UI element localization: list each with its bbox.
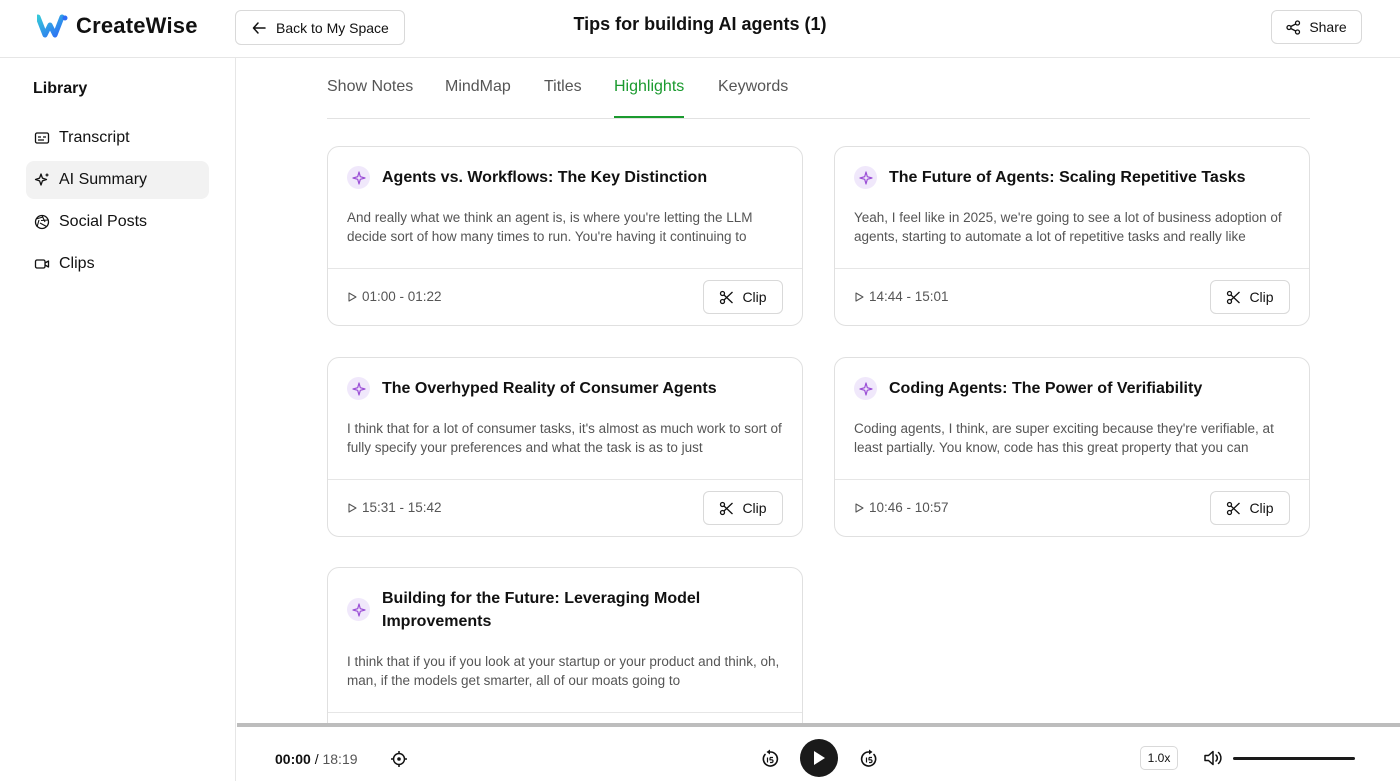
highlight-excerpt: And really what we think an agent is, is…: [347, 210, 753, 244]
volume-button[interactable]: [1203, 749, 1223, 767]
sidebar-item-clips[interactable]: Clips: [26, 245, 209, 283]
audio-player: 00:00 / 18:19 1.0x: [237, 723, 1400, 781]
transcript-icon: [34, 132, 50, 144]
tab-keywords[interactable]: Keywords: [718, 78, 788, 116]
play-small-icon: [348, 502, 357, 513]
playback-speed-button[interactable]: 1.0x: [1140, 746, 1178, 770]
rewind-icon: [762, 749, 779, 767]
sidebar-item-label: AI Summary: [59, 171, 148, 188]
sparkle-icon: [347, 166, 370, 189]
locate-button[interactable]: [390, 750, 408, 768]
clip-button[interactable]: Clip: [1210, 491, 1290, 525]
timestamp-text: 01:00 - 01:22: [362, 289, 442, 304]
sidebar-heading: Library: [33, 80, 88, 97]
share-button[interactable]: Share: [1271, 10, 1362, 44]
highlight-card: The Overhyped Reality of Consumer Agents…: [327, 357, 803, 537]
timestamp-text: 14:44 - 15:01: [869, 289, 949, 304]
page-title: Tips for building AI agents (1): [573, 14, 827, 34]
sparkle-icon: [347, 598, 370, 621]
crosshair-icon: [391, 751, 407, 767]
arrow-left-icon: [252, 21, 266, 34]
brand-logo[interactable]: CreateWise: [37, 13, 198, 39]
total-duration: 18:19: [322, 751, 358, 767]
play-small-icon: [855, 502, 864, 513]
back-to-my-space-button[interactable]: Back to My Space: [235, 10, 405, 45]
highlight-title: Building for the Future: Leveraging Mode…: [382, 590, 701, 630]
sidebar-item-label: Clips: [59, 255, 95, 272]
timestamp-text: 15:31 - 15:42: [362, 500, 442, 515]
current-time: 00:00: [275, 751, 311, 767]
createwise-logo-icon: [37, 14, 68, 38]
content-tabs: Show Notes MindMap Titles Highlights Key…: [327, 58, 1310, 119]
highlight-title: Coding Agents: The Power of Verifiabilit…: [889, 380, 1203, 397]
scissors-icon: [720, 501, 734, 515]
play-small-icon: [348, 291, 357, 302]
brand-name: CreateWise: [76, 13, 198, 38]
highlight-card: Coding Agents: The Power of Verifiabilit…: [834, 357, 1310, 537]
sparkle-icon: [854, 377, 877, 400]
sidebar-item-social-posts[interactable]: Social Posts: [26, 203, 209, 241]
sparkles-icon: [34, 173, 49, 186]
highlight-excerpt: Yeah, I feel like in 2025, we're going t…: [854, 210, 1282, 244]
highlight-title: The Future of Agents: Scaling Repetitive…: [889, 169, 1246, 186]
highlight-card: Agents vs. Workflows: The Key Distinctio…: [327, 146, 803, 326]
volume-slider[interactable]: [1233, 757, 1355, 760]
scissors-icon: [1227, 501, 1241, 515]
play-icon: [814, 751, 825, 765]
scissors-icon: [1227, 290, 1241, 304]
sidebar-item-ai-summary[interactable]: AI Summary: [26, 161, 209, 199]
highlight-title: The Overhyped Reality of Consumer Agents: [382, 380, 717, 397]
tab-titles[interactable]: Titles: [544, 78, 582, 116]
sparkle-icon: [347, 377, 370, 400]
clip-button-label: Clip: [1249, 500, 1274, 516]
sidebar-item-label: Social Posts: [59, 213, 148, 230]
sidebar-item-transcript[interactable]: Transcript: [26, 119, 209, 157]
share-icon: [1286, 19, 1301, 35]
highlight-card: The Future of Agents: Scaling Repetitive…: [834, 146, 1310, 326]
volume-icon: [1204, 750, 1222, 766]
progress-bar[interactable]: [237, 723, 1400, 727]
highlight-excerpt: I think that if you if you look at your …: [347, 654, 780, 688]
top-bar: CreateWise Back to My Space Tips for bui…: [0, 0, 1400, 58]
aperture-icon: [34, 214, 50, 230]
time-separator: /: [314, 751, 319, 767]
video-icon: [34, 259, 50, 269]
sparkle-icon: [854, 166, 877, 189]
back-button-label: Back to My Space: [276, 19, 389, 36]
tab-highlights[interactable]: Highlights: [614, 78, 685, 118]
scissors-icon: [720, 290, 734, 304]
highlight-excerpt: Coding agents, I think, are super exciti…: [854, 421, 1274, 455]
sidebar-item-label: Transcript: [59, 129, 130, 146]
sidebar: Library Transcript AI Summary Social Pos…: [0, 58, 236, 781]
highlight-excerpt: I think that for a lot of consumer tasks…: [347, 421, 782, 455]
highlight-timestamp[interactable]: 14:44 - 15:01: [855, 289, 949, 304]
clip-button-label: Clip: [742, 500, 767, 516]
clip-button[interactable]: Clip: [1210, 280, 1290, 314]
clip-button-label: Clip: [742, 289, 767, 305]
timestamp-text: 10:46 - 10:57: [869, 500, 949, 515]
highlight-timestamp[interactable]: 10:46 - 10:57: [855, 500, 949, 515]
share-button-label: Share: [1309, 19, 1347, 35]
highlight-title: Agents vs. Workflows: The Key Distinctio…: [382, 169, 708, 186]
fast-forward-icon: [860, 749, 877, 767]
tab-show-notes[interactable]: Show Notes: [327, 78, 413, 116]
play-button[interactable]: [800, 739, 838, 777]
forward-15-button[interactable]: [859, 749, 879, 769]
clip-button[interactable]: Clip: [703, 491, 783, 525]
clip-button-label: Clip: [1249, 289, 1274, 305]
highlight-timestamp[interactable]: 01:00 - 01:22: [348, 289, 442, 304]
highlight-timestamp[interactable]: 15:31 - 15:42: [348, 500, 442, 515]
tab-mindmap[interactable]: MindMap: [445, 78, 511, 116]
rewind-15-button[interactable]: [760, 749, 780, 769]
clip-button[interactable]: Clip: [703, 280, 783, 314]
play-small-icon: [855, 291, 864, 302]
playback-time: 00:00 / 18:19: [275, 751, 358, 767]
